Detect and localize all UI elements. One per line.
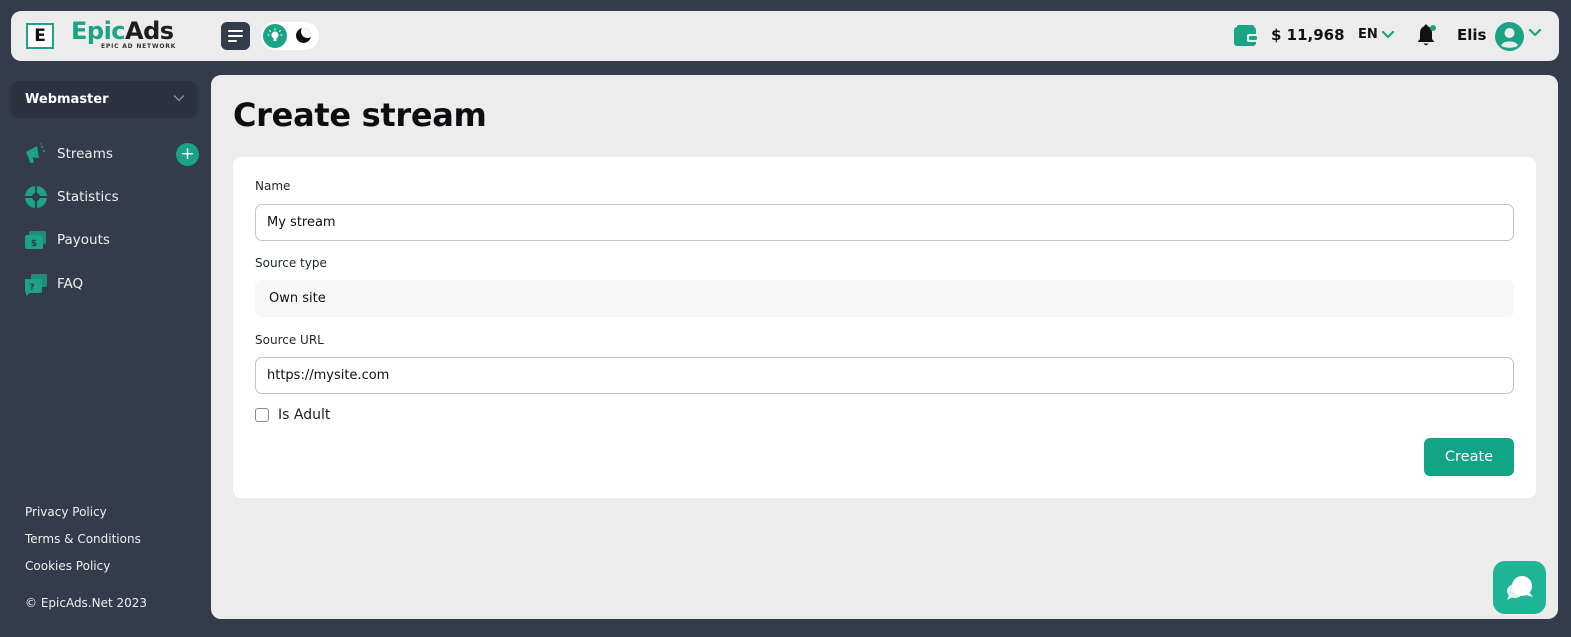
is-adult-label[interactable]: Is Adult: [278, 407, 330, 423]
username[interactable]: Elis: [1457, 26, 1486, 44]
brand-logo[interactable]: EpicAds: [71, 18, 174, 44]
logo-mark[interactable]: E: [26, 23, 54, 49]
role-selector[interactable]: Webmaster: [11, 81, 197, 118]
menu-toggle-button[interactable]: [221, 22, 250, 50]
role-label: Webmaster: [25, 92, 109, 107]
source-url-label: Source URL: [255, 333, 324, 347]
source-type-value: Own site: [269, 291, 326, 306]
bell-icon[interactable]: [1416, 24, 1438, 48]
megaphone-icon: [24, 142, 48, 166]
source-type-label: Source type: [255, 256, 327, 270]
brand-tagline: EPIC AD NETWORK: [101, 43, 177, 50]
money-icon: $: [24, 228, 48, 252]
wallet-icon[interactable]: [1234, 25, 1259, 47]
theme-toggle[interactable]: [261, 22, 319, 50]
add-stream-button[interactable]: +: [176, 143, 199, 166]
sidebar-item-payouts[interactable]: $ Payouts: [24, 227, 204, 253]
chevron-down-icon: [173, 95, 185, 102]
svg-text:?: ?: [29, 283, 34, 293]
sidebar-item-label: FAQ: [57, 276, 84, 292]
sidebar-item-label: Payouts: [57, 232, 110, 248]
pie-chart-icon: [24, 185, 48, 209]
top-header: E EpicAds EPIC AD NETWORK $ 11,968 EN El…: [11, 11, 1559, 61]
create-stream-form: Name Source type Own site Source URL Is …: [233, 157, 1536, 498]
copyright-text: © EpicAds.Net 2023: [25, 596, 148, 610]
faq-chat-icon: ?: [24, 272, 48, 296]
language-code: EN: [1358, 27, 1378, 42]
sun-icon[interactable]: [263, 24, 287, 48]
user-menu-chevron-icon[interactable]: [1528, 28, 1542, 37]
menu-icon: [228, 30, 243, 32]
create-button[interactable]: Create: [1424, 438, 1514, 476]
avatar-icon[interactable]: [1495, 22, 1524, 51]
brand-name-part1: Epic: [71, 17, 126, 45]
name-label: Name: [255, 179, 291, 193]
main-content: Create stream Name Source type Own site …: [211, 75, 1558, 619]
sidebar-item-statistics[interactable]: Statistics: [24, 184, 204, 210]
sidebar-item-faq[interactable]: ? FAQ: [24, 271, 204, 297]
menu-icon-line: [228, 35, 243, 37]
menu-icon-line: [228, 40, 237, 42]
chat-bubbles-icon: [1506, 575, 1533, 600]
moon-icon[interactable]: [296, 28, 311, 43]
is-adult-row[interactable]: Is Adult: [255, 407, 330, 423]
cookies-policy-link[interactable]: Cookies Policy: [25, 559, 110, 573]
is-adult-checkbox[interactable]: [255, 408, 269, 422]
logo-letter: E: [34, 25, 46, 46]
source-type-select[interactable]: Own site: [255, 280, 1514, 317]
chat-support-button[interactable]: [1493, 561, 1546, 614]
brand-name-part2: Ads: [125, 17, 174, 45]
terms-conditions-link[interactable]: Terms & Conditions: [25, 532, 141, 546]
name-input[interactable]: [255, 204, 1514, 241]
sidebar-item-label: Streams: [57, 146, 113, 162]
svg-text:$: $: [31, 239, 37, 249]
balance-amount: $ 11,968: [1271, 26, 1345, 44]
page-title: Create stream: [233, 96, 487, 134]
privacy-policy-link[interactable]: Privacy Policy: [25, 505, 107, 519]
chevron-down-icon: [1381, 30, 1394, 39]
language-selector[interactable]: EN: [1358, 27, 1395, 42]
sidebar-item-label: Statistics: [57, 189, 119, 205]
source-url-input[interactable]: [255, 357, 1514, 394]
